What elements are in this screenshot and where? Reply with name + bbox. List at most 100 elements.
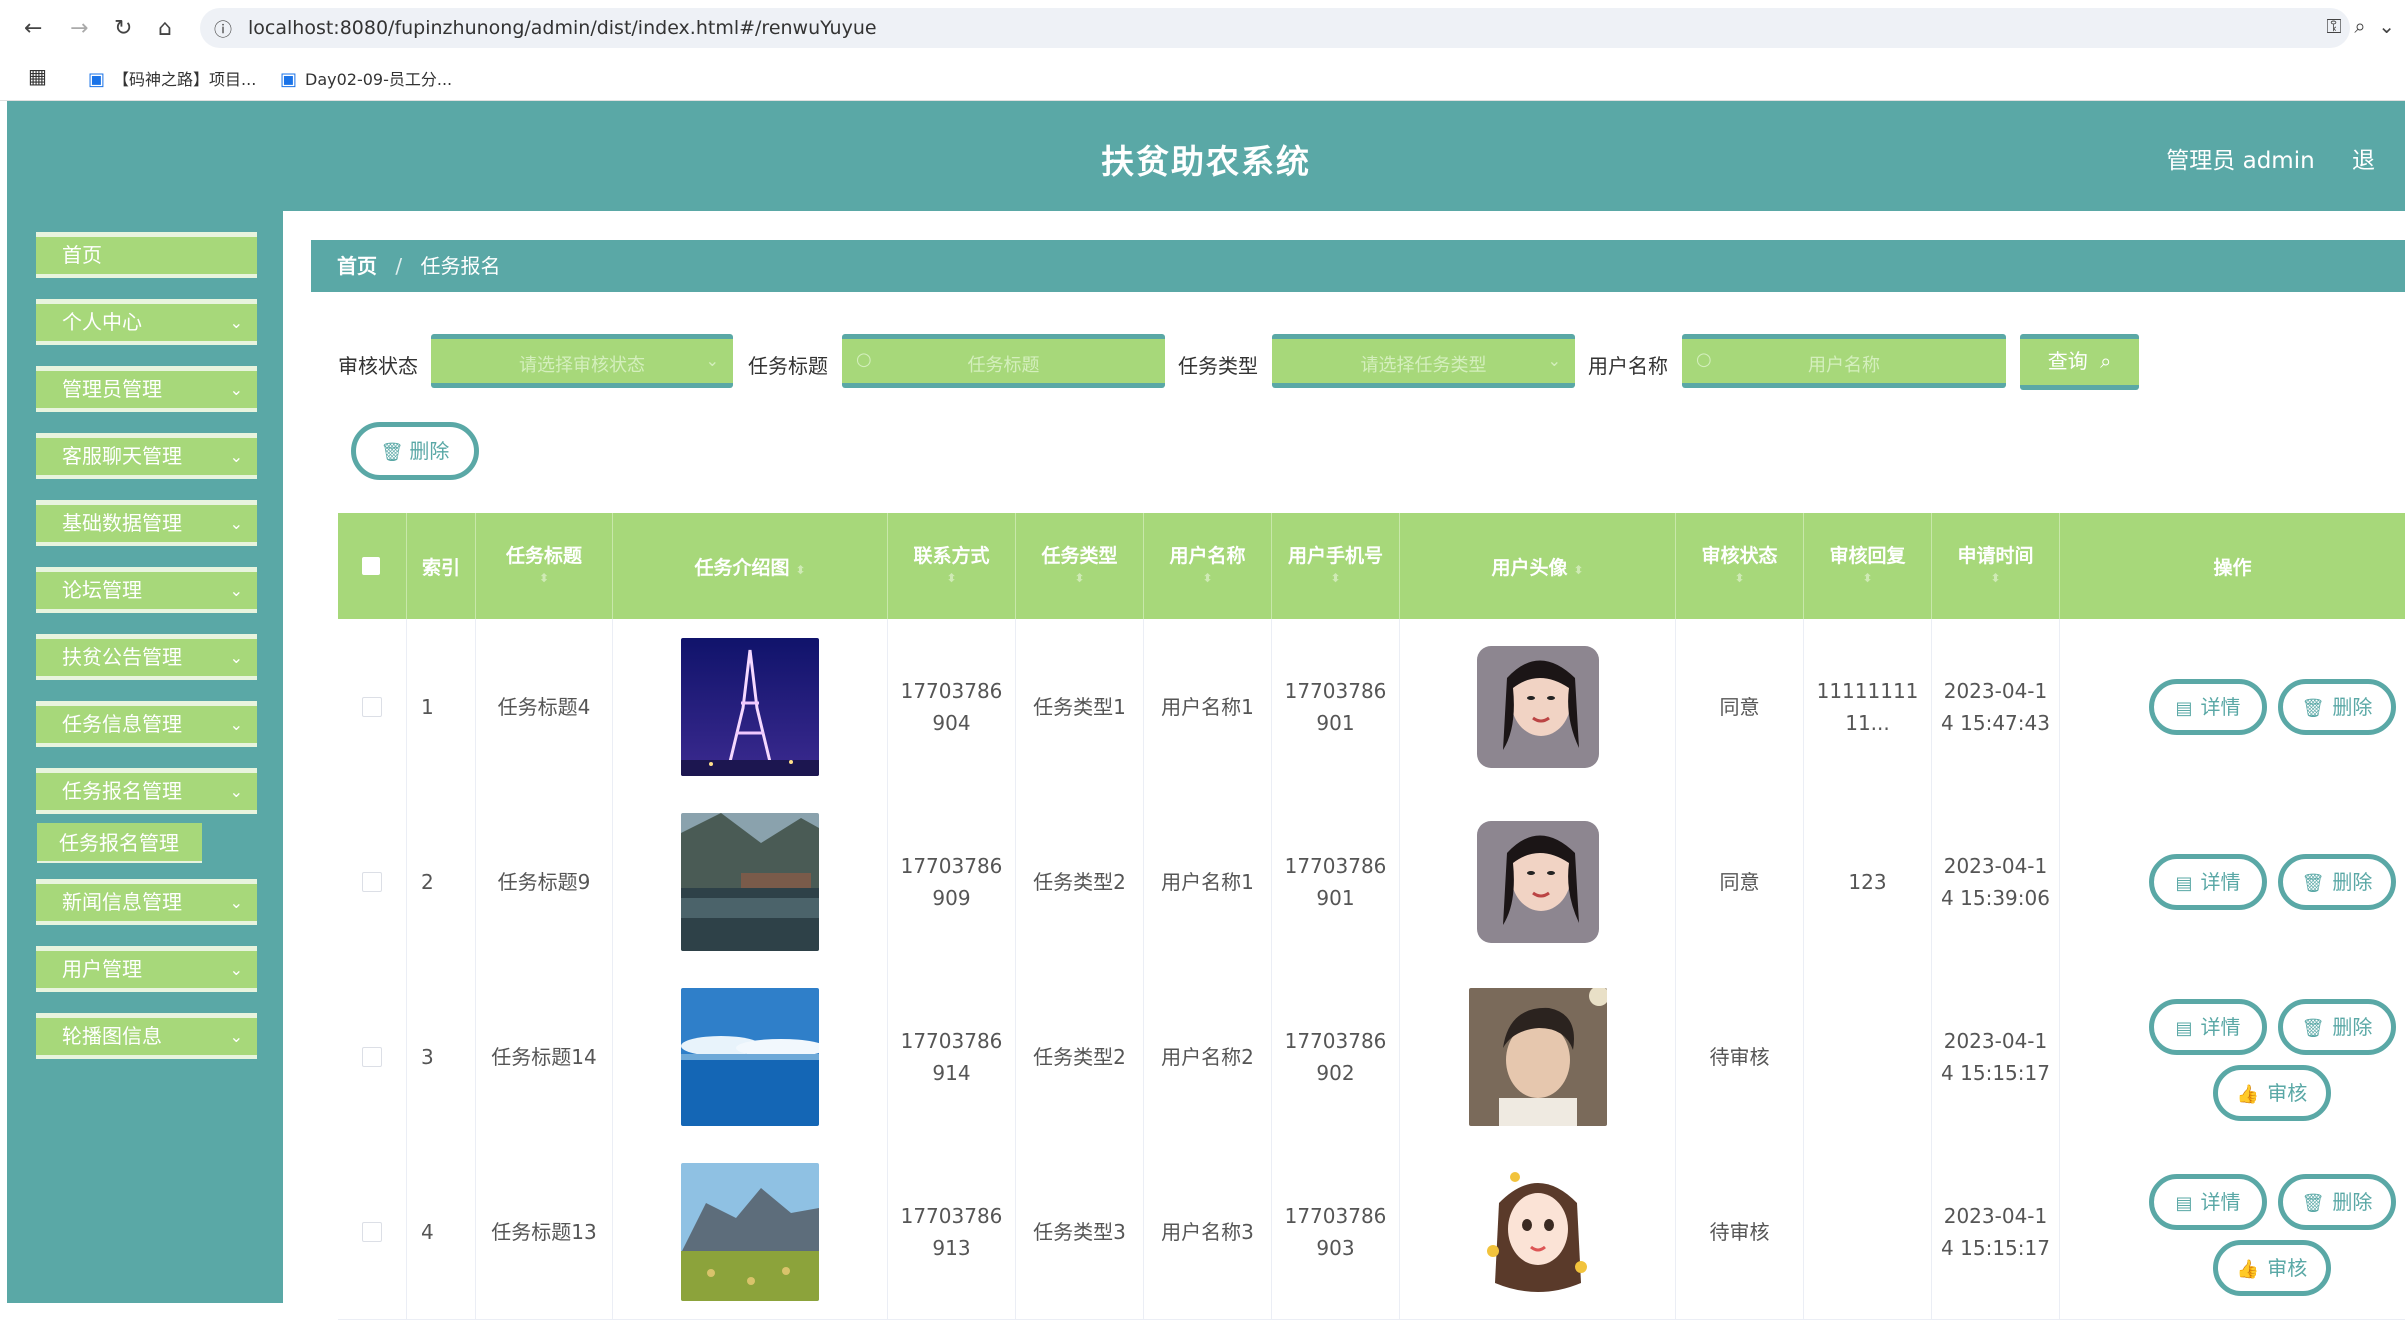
- audit-reply-cell-line1: 11111111: [1816, 678, 1919, 703]
- table-cell: 1: [407, 619, 476, 794]
- sidebar-item[interactable]: 论坛管理 ⌄: [36, 567, 257, 613]
- forward-arrow-icon[interactable]: →: [70, 16, 88, 41]
- sidebar-item[interactable]: 个人中心 ⌄: [36, 299, 257, 345]
- contact-cell: 17703786 913: [901, 1200, 1003, 1264]
- row-checkbox[interactable]: [362, 1046, 382, 1067]
- site-info-icon[interactable]: ⓘ: [214, 16, 232, 42]
- sidebar-subitem-active[interactable]: 任务报名管理: [37, 823, 202, 863]
- header-label-wrap: 任务介绍图 ⬍: [613, 553, 887, 580]
- detail-button[interactable]: ▤ 详情: [2149, 1174, 2267, 1230]
- sort-icon[interactable]: ⬍: [1573, 563, 1583, 577]
- user-name-cell: 用户名称3: [1161, 1219, 1254, 1244]
- sort-icon[interactable]: ⬍: [888, 571, 1015, 585]
- user-phone-cell: 17703786 901: [1285, 850, 1387, 914]
- table-row: 2 任务标题9 17703786 909 任务类型2 用户名称1 17703786 901 同意…: [338, 794, 2405, 970]
- sort-icon[interactable]: ⬍: [1932, 571, 2059, 585]
- bookmark-label: Day02-09-员工分...: [305, 70, 453, 89]
- sort-icon[interactable]: ⬍: [795, 563, 805, 577]
- header-apply-time[interactable]: 申请时间 ⬍: [1932, 513, 2060, 619]
- eiffel-tower-night-image: [681, 637, 819, 776]
- detail-button[interactable]: ▤ 详情: [2149, 999, 2267, 1055]
- header-user-phone[interactable]: 用户手机号 ⬍: [1272, 513, 1400, 619]
- sidebar-item[interactable]: 任务报名管理 ⌄: [36, 768, 257, 814]
- audit-button[interactable]: 👍 审核: [2213, 1065, 2331, 1121]
- row-checkbox[interactable]: [362, 871, 382, 892]
- table-cell: 待审核: [1676, 969, 1804, 1144]
- detail-button[interactable]: ▤ 详情: [2149, 679, 2267, 735]
- audit-status-select[interactable]: 请选择审核状态 ⌄: [431, 334, 733, 388]
- sidebar-item-label: 新闻信息管理: [62, 890, 182, 914]
- logout-link[interactable]: 退: [2352, 148, 2375, 174]
- header-task-image[interactable]: 任务介绍图 ⬍: [613, 513, 888, 619]
- header-task-type[interactable]: 任务类型 ⬍: [1016, 513, 1144, 619]
- document-icon: ▤: [2175, 698, 2193, 719]
- batch-delete-button[interactable]: 🗑 删除: [351, 422, 479, 480]
- header-avatar[interactable]: 用户头像 ⬍: [1400, 513, 1676, 619]
- table-cell: 同意: [1676, 794, 1804, 969]
- header-select-all[interactable]: [338, 513, 407, 619]
- task-type-select[interactable]: 请选择任务类型 ⌄: [1272, 334, 1575, 388]
- sidebar-item[interactable]: 扶贫公告管理 ⌄: [36, 634, 257, 680]
- home-icon[interactable]: ⌂: [158, 16, 172, 41]
- sort-icon[interactable]: ⬍: [1272, 571, 1399, 585]
- sidebar-item-label: 基础数据管理: [62, 511, 182, 535]
- browser-actions-icon[interactable]: ⚿ ⌕ ⌄: [2326, 14, 2395, 38]
- sidebar-item[interactable]: 管理员管理 ⌄: [36, 366, 257, 412]
- sidebar-item[interactable]: 用户管理 ⌄: [36, 946, 257, 992]
- select-all-checkbox[interactable]: [362, 557, 380, 575]
- contact-cell-line2: 913: [932, 1235, 971, 1260]
- back-arrow-icon[interactable]: ←: [24, 16, 42, 41]
- sort-icon[interactable]: ⬍: [1804, 571, 1931, 585]
- header-audit-reply[interactable]: 审核回复 ⬍: [1804, 513, 1932, 619]
- delete-button[interactable]: 🗑 删除: [2278, 679, 2396, 735]
- header-label: 任务介绍图: [694, 557, 790, 579]
- sidebar-item[interactable]: 任务信息管理 ⌄: [36, 701, 257, 747]
- address-bar[interactable]: ⓘ localhost:8080/fupinzhunong/admin/dist…: [200, 8, 2350, 48]
- delete-button[interactable]: 🗑 删除: [2278, 999, 2396, 1055]
- user-phone-cell-line1: 17703786: [1284, 678, 1387, 703]
- table-cell: 17703786 909: [888, 794, 1016, 969]
- user-name-placeholder: 用户名称: [1808, 355, 1880, 376]
- sidebar-item-label: 个人中心: [62, 310, 142, 334]
- sidebar-item[interactable]: 新闻信息管理 ⌄: [36, 879, 257, 925]
- audit-reply-cell: 123: [1848, 866, 1886, 898]
- reload-icon[interactable]: ↻: [114, 16, 132, 41]
- header-contact[interactable]: 联系方式 ⬍: [888, 513, 1016, 619]
- header-user-name[interactable]: 用户名称 ⬍: [1144, 513, 1272, 619]
- table-cell: [1400, 794, 1676, 969]
- sidebar-item[interactable]: 首页: [36, 232, 257, 278]
- delete-button[interactable]: 🗑 删除: [2278, 854, 2396, 910]
- sort-icon[interactable]: ⬍: [1144, 571, 1271, 585]
- header-actions: 操作: [2060, 513, 2405, 619]
- table-cell: 任务标题9: [476, 794, 613, 969]
- user-name-input[interactable]: ○ 用户名称: [1682, 334, 2006, 388]
- sidebar-item-label: 扶贫公告管理: [62, 645, 182, 669]
- header-audit-status[interactable]: 审核状态 ⬍: [1676, 513, 1804, 619]
- delete-button[interactable]: 🗑 删除: [2278, 1174, 2396, 1230]
- query-button[interactable]: 查询 ⌕: [2020, 334, 2139, 390]
- table-cell: 2023-04-1 4 15:47:43: [1932, 619, 2060, 794]
- row-checkbox[interactable]: [362, 1221, 382, 1242]
- sort-icon[interactable]: ⬍: [1016, 571, 1143, 585]
- sort-icon[interactable]: ⬍: [1676, 571, 1803, 585]
- audit-status-cell: 待审核: [1709, 1219, 1770, 1244]
- chevron-down-icon: ⌄: [229, 960, 243, 979]
- row-checkbox[interactable]: [362, 696, 382, 717]
- user-phone-cell-line2: 901: [1316, 710, 1355, 735]
- header-task-title[interactable]: 任务标题 ⬍: [476, 513, 613, 619]
- sort-icon[interactable]: ⬍: [476, 571, 612, 585]
- bookmark-item[interactable]: ▣ Day02-09-员工分...: [280, 66, 452, 90]
- breadcrumb-home[interactable]: 首页: [337, 254, 377, 278]
- table-cell: 用户名称3: [1144, 1144, 1272, 1319]
- table-cell: 2023-04-1 4 15:15:17: [1932, 969, 2060, 1144]
- detail-button[interactable]: ▤ 详情: [2149, 854, 2267, 910]
- bookmark-item[interactable]: ▣ 【码神之路】项目...: [88, 66, 256, 90]
- sidebar-item[interactable]: 轮播图信息 ⌄: [36, 1013, 257, 1059]
- sidebar-item[interactable]: 基础数据管理 ⌄: [36, 500, 257, 546]
- apps-grid-icon[interactable]: ▦: [28, 64, 47, 88]
- table-cell: 任务类型2: [1016, 969, 1144, 1144]
- apply-time-cell-line1: 2023-04-1: [1943, 1028, 2048, 1053]
- audit-button[interactable]: 👍 审核: [2213, 1240, 2331, 1296]
- sidebar-item[interactable]: 客服聊天管理 ⌄: [36, 433, 257, 479]
- task-title-input[interactable]: ○ 任务标题: [842, 334, 1165, 388]
